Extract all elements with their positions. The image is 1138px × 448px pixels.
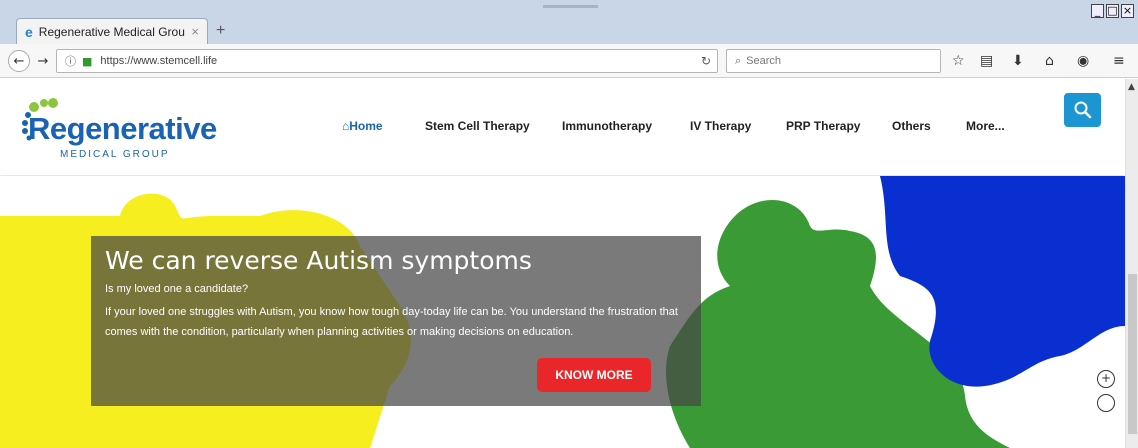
nav-more[interactable]: More... — [966, 119, 1005, 133]
page-scrollbar[interactable]: ▲ — [1125, 79, 1138, 448]
browser-search-input[interactable]: ⌕ Search — [726, 49, 941, 73]
nav-home[interactable]: ⌂Home — [342, 119, 383, 133]
navigation-toolbar: ← → ⓘ ■ https://www.stemcell.life ↻ ⌕ Se… — [0, 44, 1138, 78]
reload-icon[interactable]: ↻ — [701, 54, 711, 68]
hero-heading: We can reverse Autism symptoms — [105, 246, 532, 275]
home-icon[interactable]: ⌂ — [1045, 53, 1054, 69]
forward-icon[interactable]: → — [32, 50, 54, 72]
nav-prp-therapy[interactable]: PRP Therapy — [786, 119, 860, 133]
nav-immunotherapy[interactable]: Immunotherapy — [562, 119, 652, 133]
hero-paragraph: If your loved one struggles with Autism,… — [105, 306, 678, 338]
tab-title: Regenerative Medical Group — [38, 24, 186, 39]
site-search-button[interactable] — [1064, 93, 1101, 127]
lock-icon[interactable]: ■ — [82, 55, 92, 68]
window-drag-handle[interactable] — [543, 5, 598, 8]
magnifier-icon — [1074, 101, 1091, 119]
close-window-button[interactable]: × — [1121, 4, 1134, 18]
url-text[interactable]: https://www.stemcell.life — [100, 55, 217, 67]
tab-close-icon[interactable]: × — [191, 24, 199, 39]
menu-icon[interactable]: ≡ — [1113, 53, 1125, 69]
new-tab-button[interactable]: + — [216, 22, 225, 40]
nav-stem-cell-therapy[interactable]: Stem Cell Therapy — [425, 119, 530, 133]
window-controls: _ □ × — [1091, 4, 1134, 18]
slider-dot[interactable] — [1097, 394, 1115, 412]
logo-subtitle: MEDICAL GROUP — [60, 149, 170, 160]
hero-question: Is my loved one a candidate? — [105, 283, 249, 295]
minimize-button[interactable]: _ — [1091, 4, 1104, 18]
site-logo[interactable]: Regenerative MEDICAL GROUP — [20, 97, 217, 160]
pocket-icon[interactable]: ◉ — [1077, 53, 1089, 69]
scrollbar-thumb[interactable] — [1128, 274, 1137, 434]
browser-window: e Regenerative Medical Group × + _ □ × ←… — [0, 0, 1138, 448]
tab-favicon-icon: e — [25, 23, 33, 40]
scroll-up-icon[interactable]: ▲ — [1128, 82, 1135, 92]
url-bar[interactable]: ⓘ ■ https://www.stemcell.life ↻ — [56, 49, 718, 73]
browser-tab[interactable]: e Regenerative Medical Group × — [16, 18, 208, 44]
search-icon: ⌕ — [735, 54, 742, 67]
star-icon[interactable]: ☆ — [952, 53, 965, 69]
logo-wordmark: Regenerative — [28, 111, 217, 146]
search-placeholder: Search — [746, 55, 782, 67]
nav-others[interactable]: Others — [892, 119, 931, 133]
info-icon[interactable]: ⓘ — [65, 53, 76, 69]
nav-home-label: Home — [349, 119, 383, 133]
slider-dot-plus[interactable]: + — [1097, 370, 1115, 388]
hero-overlay-panel: We can reverse Autism symptoms Is my lov… — [91, 236, 701, 406]
reader-icon[interactable]: ▤ — [980, 53, 993, 69]
maximize-button[interactable]: □ — [1106, 4, 1119, 18]
tab-bar: e Regenerative Medical Group × + _ □ × — [0, 0, 1138, 44]
download-icon[interactable]: ⬇ — [1012, 53, 1024, 69]
site-header: Regenerative MEDICAL GROUP ⌂Home Stem Ce… — [0, 79, 1125, 175]
hero-banner: We can reverse Autism symptoms Is my lov… — [0, 176, 1125, 448]
nav-iv-therapy[interactable]: IV Therapy — [690, 119, 751, 133]
back-icon[interactable]: ← — [8, 50, 30, 72]
know-more-button[interactable]: KNOW MORE — [537, 358, 651, 392]
